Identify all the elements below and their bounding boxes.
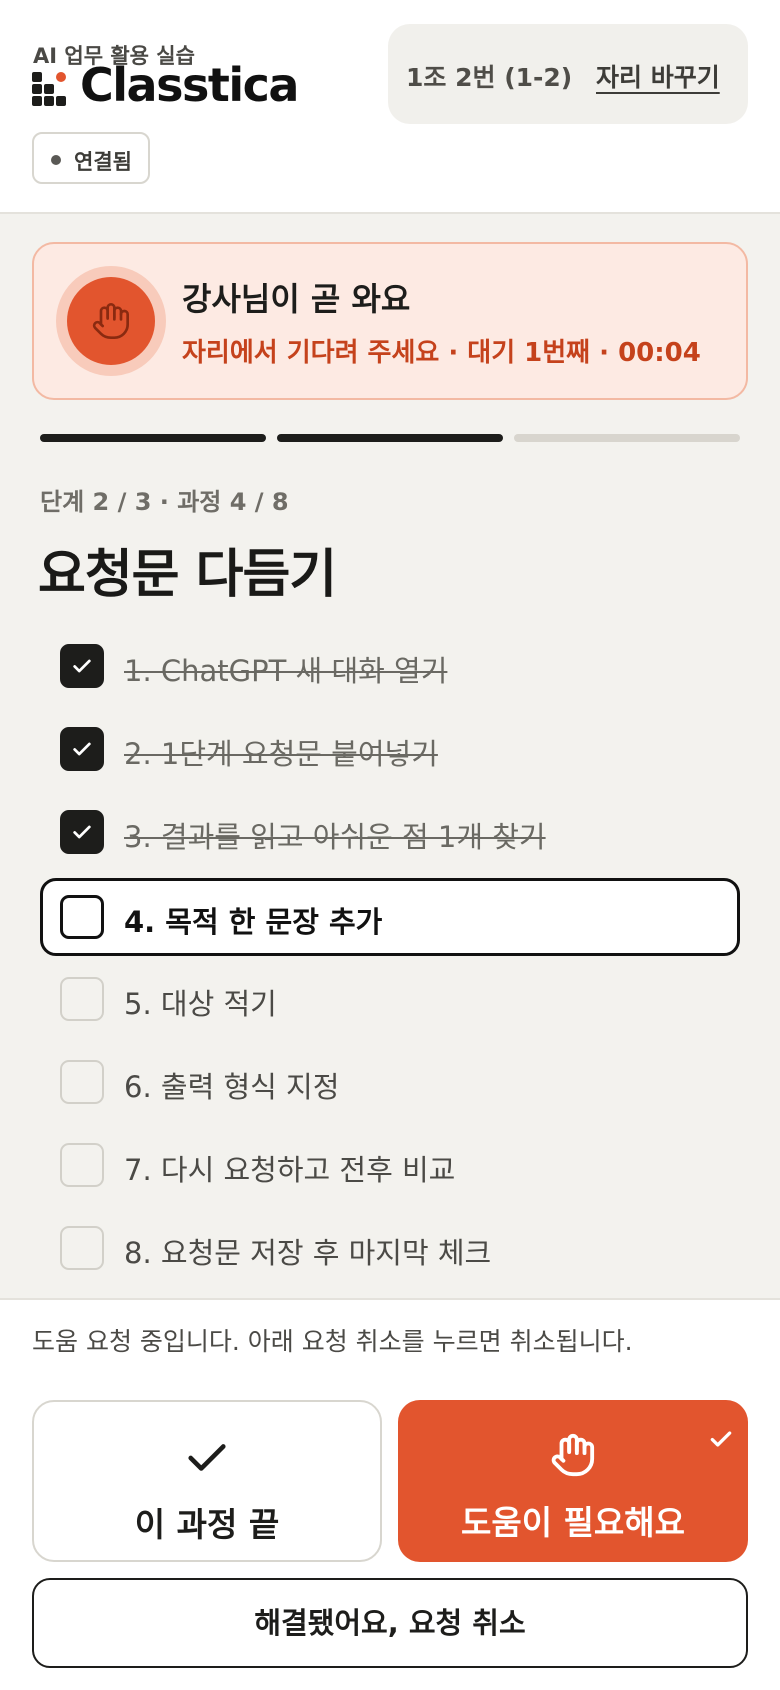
- checkbox-checked[interactable]: [60, 727, 104, 771]
- task-item[interactable]: 7. 다시 요청하고 전후 비교: [40, 1126, 740, 1204]
- seat-info: 1조 2번 (1-2) 자리 바꾸기: [388, 24, 748, 124]
- alert-title: 강사님이 곧 와요: [182, 280, 411, 318]
- progress-segment-2: [277, 434, 503, 442]
- task-item[interactable]: 3. 결과를 읽고 아쉬운 점 1개 찾기: [40, 793, 740, 871]
- action-footer: 도움 요청 중입니다. 아래 요청 취소를 누르면 취소됩니다. 이 과정 끝 …: [0, 1298, 780, 1690]
- alert-queue-status: 자리에서 기다려 주세요 · 대기 1번째 · 00:04: [182, 338, 701, 368]
- progress-segment-3: [514, 434, 740, 442]
- checkbox-unchecked[interactable]: [60, 1143, 104, 1187]
- task-label: 7. 다시 요청하고 전후 비교: [124, 1153, 456, 1187]
- check-icon: [73, 825, 91, 839]
- task-label: 3. 결과를 읽고 아쉬운 점 1개 찾기: [124, 820, 546, 854]
- need-help-button[interactable]: 도움이 필요해요: [398, 1400, 748, 1562]
- change-seat-link[interactable]: 자리 바꾸기: [596, 58, 720, 94]
- task-label: 4. 목적 한 문장 추가: [124, 905, 383, 939]
- task-item[interactable]: 2. 1단계 요청문 붙여넣기: [40, 710, 740, 788]
- check-icon: [73, 659, 91, 673]
- checkbox-checked[interactable]: [60, 810, 104, 854]
- checkbox-unchecked[interactable]: [60, 977, 104, 1021]
- checkbox-unchecked[interactable]: [60, 1060, 104, 1104]
- checkmark-icon: [34, 1434, 380, 1480]
- task-label: 8. 요청문 저장 후 마지막 체크: [124, 1236, 492, 1270]
- task-label: 6. 출력 형식 지정: [124, 1070, 340, 1104]
- task-item[interactable]: 6. 출력 형식 지정: [40, 1043, 740, 1121]
- finish-step-label: 이 과정 끝: [134, 1505, 280, 1544]
- help-request-note: 도움 요청 중입니다. 아래 요청 취소를 누르면 취소됩니다.: [32, 1327, 633, 1356]
- cancel-help-request-button[interactable]: 해결됐어요, 요청 취소: [32, 1578, 748, 1668]
- need-help-label: 도움이 필요해요: [460, 1503, 685, 1542]
- finish-step-button[interactable]: 이 과정 끝: [32, 1400, 382, 1562]
- task-item-current[interactable]: 4. 목적 한 문장 추가: [40, 878, 740, 956]
- connection-status-label: 연결됨: [74, 150, 132, 174]
- checkbox-unchecked[interactable]: [60, 1226, 104, 1270]
- step-progress-label: 단계 2 / 3 · 과정 4 / 8: [40, 488, 289, 516]
- checkbox-unchecked[interactable]: [60, 895, 104, 939]
- checkbox-checked[interactable]: [60, 644, 104, 688]
- task-item[interactable]: 8. 요청문 저장 후 마지막 체크: [40, 1209, 740, 1287]
- task-item[interactable]: 1. ChatGPT 새 대화 열기: [40, 627, 740, 705]
- hand-icon: [398, 1432, 748, 1478]
- classtica-logo-icon: [32, 72, 68, 106]
- seat-label: 1조 2번 (1-2): [406, 63, 573, 92]
- hand-icon: [67, 277, 155, 365]
- page-title: 요청문 다듬기: [38, 545, 337, 605]
- task-label: 1. ChatGPT 새 대화 열기: [124, 654, 448, 688]
- active-check-icon: [708, 1426, 734, 1456]
- task-label: 5. 대상 적기: [124, 987, 277, 1021]
- status-dot-icon: [51, 155, 61, 165]
- app-header: AI 업무 활용 실습 Classtica 1조 2번 (1-2) 자리 바꾸기…: [0, 0, 780, 214]
- help-request-alert: 강사님이 곧 와요 자리에서 기다려 주세요 · 대기 1번째 · 00:04: [32, 242, 748, 400]
- task-label: 2. 1단계 요청문 붙여넣기: [124, 737, 438, 771]
- check-icon: [73, 742, 91, 756]
- progress-segment-1: [40, 434, 266, 442]
- brand-name: Classtica: [80, 58, 299, 112]
- connection-status-badge: 연결됨: [32, 132, 150, 184]
- task-item[interactable]: 5. 대상 적기: [40, 960, 740, 1038]
